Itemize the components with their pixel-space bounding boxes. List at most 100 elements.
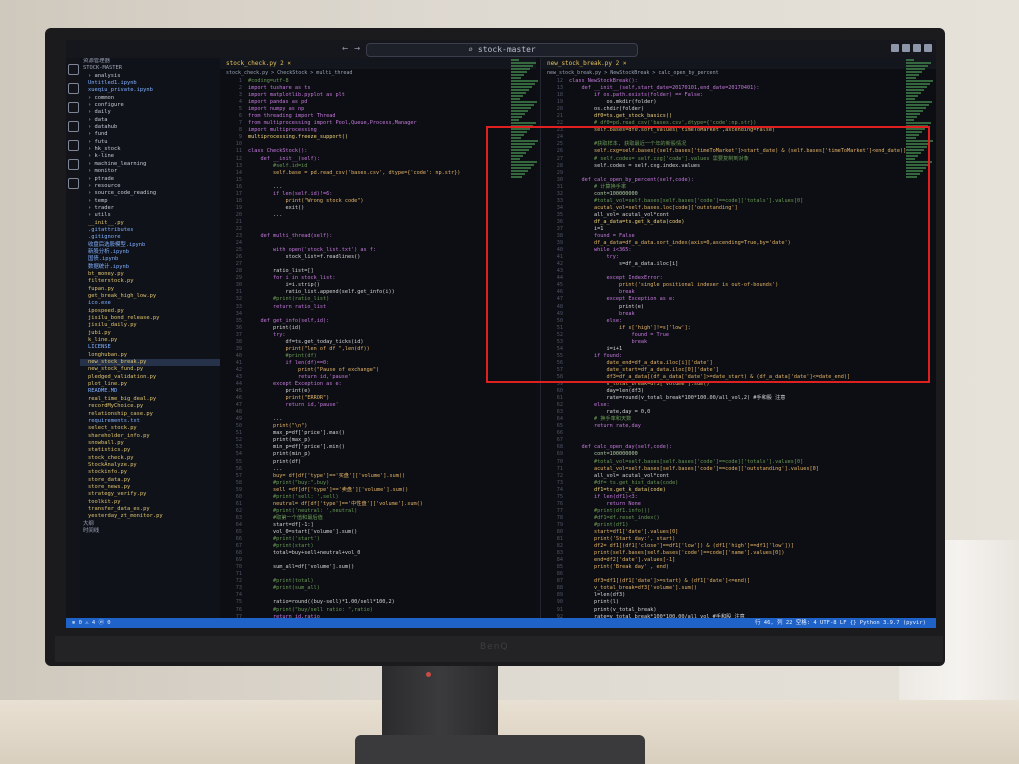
code-line[interactable]: 86: [541, 571, 936, 578]
file-item[interactable]: transfer_data_es.py: [80, 506, 220, 513]
code-line[interactable]: 13 def __init__(self,start_date=20170101…: [541, 85, 936, 92]
file-item[interactable]: README.MD: [80, 388, 220, 395]
file-item[interactable]: relationship_case.py: [80, 411, 220, 418]
code-line[interactable]: 82 df2= df1[(df1['close']==df1['low']) &…: [541, 543, 936, 550]
code-line[interactable]: 69: [220, 557, 536, 564]
code-line[interactable]: 47 return id,'pause': [220, 402, 536, 409]
code-line[interactable]: 64 # 换手率和天数: [541, 416, 936, 423]
code-line[interactable]: 69 cont=100000000: [541, 451, 936, 458]
tab-new-stock-break[interactable]: new_stock_break.py 2 ×: [541, 58, 936, 69]
folder-item[interactable]: › datahub: [80, 124, 220, 131]
code-line[interactable]: 90 print(l): [541, 599, 936, 606]
code-line[interactable]: 63 #取第一个值和最后值: [220, 515, 536, 522]
code-line[interactable]: 67 #print(start): [220, 543, 536, 550]
file-item[interactable]: filterstock.py: [80, 278, 220, 285]
code-line[interactable]: 53 min_p=df['price'].min(): [220, 444, 536, 451]
code-line[interactable]: 81 print('Start day:', start): [541, 536, 936, 543]
folder-item[interactable]: › daily: [80, 109, 220, 116]
file-item[interactable]: stock_check.py: [80, 455, 220, 462]
code-line[interactable]: 12 class NewStockBreak():: [541, 78, 936, 85]
code-line[interactable]: 79 #print(df1): [541, 522, 936, 529]
code-line[interactable]: 75 if len(df1)<3:: [541, 494, 936, 501]
code-line[interactable]: 72 #print(total): [220, 578, 536, 585]
layout-icon[interactable]: [913, 44, 921, 52]
file-item[interactable]: pledged_validation.py: [80, 374, 220, 381]
code-line[interactable]: 55 print(df): [220, 459, 536, 466]
code-line[interactable]: 80 start=df1['date'].values[0]: [541, 529, 936, 536]
file-item[interactable]: jisilu_bond_release.py: [80, 315, 220, 322]
file-item[interactable]: stockinfo.py: [80, 469, 220, 476]
run-debug-icon[interactable]: [67, 121, 79, 132]
search-icon[interactable]: [67, 83, 79, 94]
file-item[interactable]: toolkit.py: [80, 499, 220, 506]
code-line[interactable]: 2 import tushare as ts: [220, 85, 536, 92]
folder-item[interactable]: › machine_learning: [80, 161, 220, 168]
code-line[interactable]: 46 print("ERROR"): [220, 395, 536, 402]
code-line[interactable]: 91 print(v_total_break): [541, 607, 936, 614]
code-line[interactable]: 76 return None: [541, 501, 936, 508]
explorer-icon[interactable]: [67, 64, 79, 75]
status-right-info[interactable]: 行 46, 列 22 空格: 4 UTF-8 LF {} Python 3.9.…: [755, 618, 926, 628]
code-line[interactable]: 68 total=buy+sell+neutral+vol_0: [220, 550, 536, 557]
file-item[interactable]: store_news.py: [80, 484, 220, 491]
code-line[interactable]: 6 from threading import Thread: [220, 113, 536, 120]
file-item[interactable]: 数据统计.ipynb: [80, 264, 220, 271]
code-line[interactable]: 66 #print('start'): [220, 536, 536, 543]
folder-item[interactable]: › analysis: [80, 73, 220, 80]
file-item[interactable]: StockAnalyze.py: [80, 462, 220, 469]
code-line[interactable]: 87 df3=df1[(df1['date']>=start) & (df1['…: [541, 578, 936, 585]
code-line[interactable]: 45 print(e): [220, 388, 536, 395]
code-line[interactable]: 71: [220, 571, 536, 578]
code-line[interactable]: 73 #df= ts.get_hist_data(code): [541, 480, 936, 487]
code-line[interactable]: 75 ratio=round((buy-sell)*1.00/sell*100,…: [220, 599, 536, 606]
folder-item[interactable]: › utils: [80, 212, 220, 219]
code-line[interactable]: 57 buy= df[df['type']=='买盘']['volume'].s…: [220, 473, 536, 480]
file-item[interactable]: recordMyChoice.py: [80, 403, 220, 410]
layout-icon[interactable]: [902, 44, 910, 52]
code-line[interactable]: 4 import pandas as pd: [220, 99, 536, 106]
code-line[interactable]: 84 end=df2['date'].values[-1]: [541, 557, 936, 564]
code-line[interactable]: 74: [220, 592, 536, 599]
code-line[interactable]: 88 v_total_break=df3['volume'].sum(): [541, 585, 936, 592]
code-line[interactable]: 21 df0=ts.get_stock_basics(): [541, 113, 936, 120]
file-item[interactable]: real_time_big_deal.py: [80, 396, 220, 403]
source-control-icon[interactable]: [67, 102, 79, 113]
timeline-section[interactable]: 时间线: [80, 528, 220, 535]
folder-item[interactable]: › common: [80, 95, 220, 102]
file-item[interactable]: jubi.py: [80, 330, 220, 337]
layout-icon[interactable]: [891, 44, 899, 52]
folder-item[interactable]: › fund: [80, 131, 220, 138]
file-item[interactable]: plot_line.py: [80, 381, 220, 388]
folder-item[interactable]: › data: [80, 117, 220, 124]
code-line[interactable]: 3 import matplotlib.pyplot as plt: [220, 92, 536, 99]
file-item[interactable]: yesterday_zt_monitor.py: [80, 513, 220, 520]
file-item[interactable]: LICENSE: [80, 344, 220, 351]
file-item[interactable]: requirements.txt: [80, 418, 220, 425]
code-line[interactable]: 50 print("\n"): [220, 423, 536, 430]
file-item[interactable]: select_stock.py: [80, 425, 220, 432]
outline-section[interactable]: 大纲: [80, 521, 220, 528]
file-item[interactable]: new_stock_break.py: [80, 359, 220, 367]
code-line[interactable]: 65 return rate,day: [541, 423, 936, 430]
code-line[interactable]: 58 #print("buy:",buy): [220, 480, 536, 487]
code-line[interactable]: 64 start=df[-1:]: [220, 522, 536, 529]
code-line[interactable]: 52 print(max_p): [220, 437, 536, 444]
code-line[interactable]: 20 os.chdir(folder): [541, 106, 936, 113]
code-line[interactable]: 73 #print(sum_all): [220, 585, 536, 592]
folder-item[interactable]: › temp: [80, 198, 220, 205]
code-line[interactable]: 71 acutal_vol=self.bases[self.bases['cod…: [541, 466, 936, 473]
code-line[interactable]: 1 #coding=utf-8: [220, 78, 536, 85]
code-line[interactable]: 70 #total_vol=self.bases[self.bases['cod…: [541, 459, 936, 466]
file-item[interactable]: 国债.ipynb: [80, 256, 220, 263]
file-item[interactable]: strategy_verify.py: [80, 491, 220, 498]
file-item[interactable]: get_break_high_low.py: [80, 293, 220, 300]
file-item[interactable]: statistics.py: [80, 447, 220, 454]
folder-item[interactable]: › futu: [80, 139, 220, 146]
file-item[interactable]: k_line.py: [80, 337, 220, 344]
file-item[interactable]: store_data.py: [80, 477, 220, 484]
code-line[interactable]: 51 max_p=df['price'].max(): [220, 430, 536, 437]
code-line[interactable]: 83 print(self.bases[self.bases['code']==…: [541, 550, 936, 557]
code-line[interactable]: 54 print(min_p): [220, 451, 536, 458]
code-line[interactable]: 65 vol_0=start['volume'].sum(): [220, 529, 536, 536]
code-line[interactable]: 62 #print('neutral: ',neutral): [220, 508, 536, 515]
